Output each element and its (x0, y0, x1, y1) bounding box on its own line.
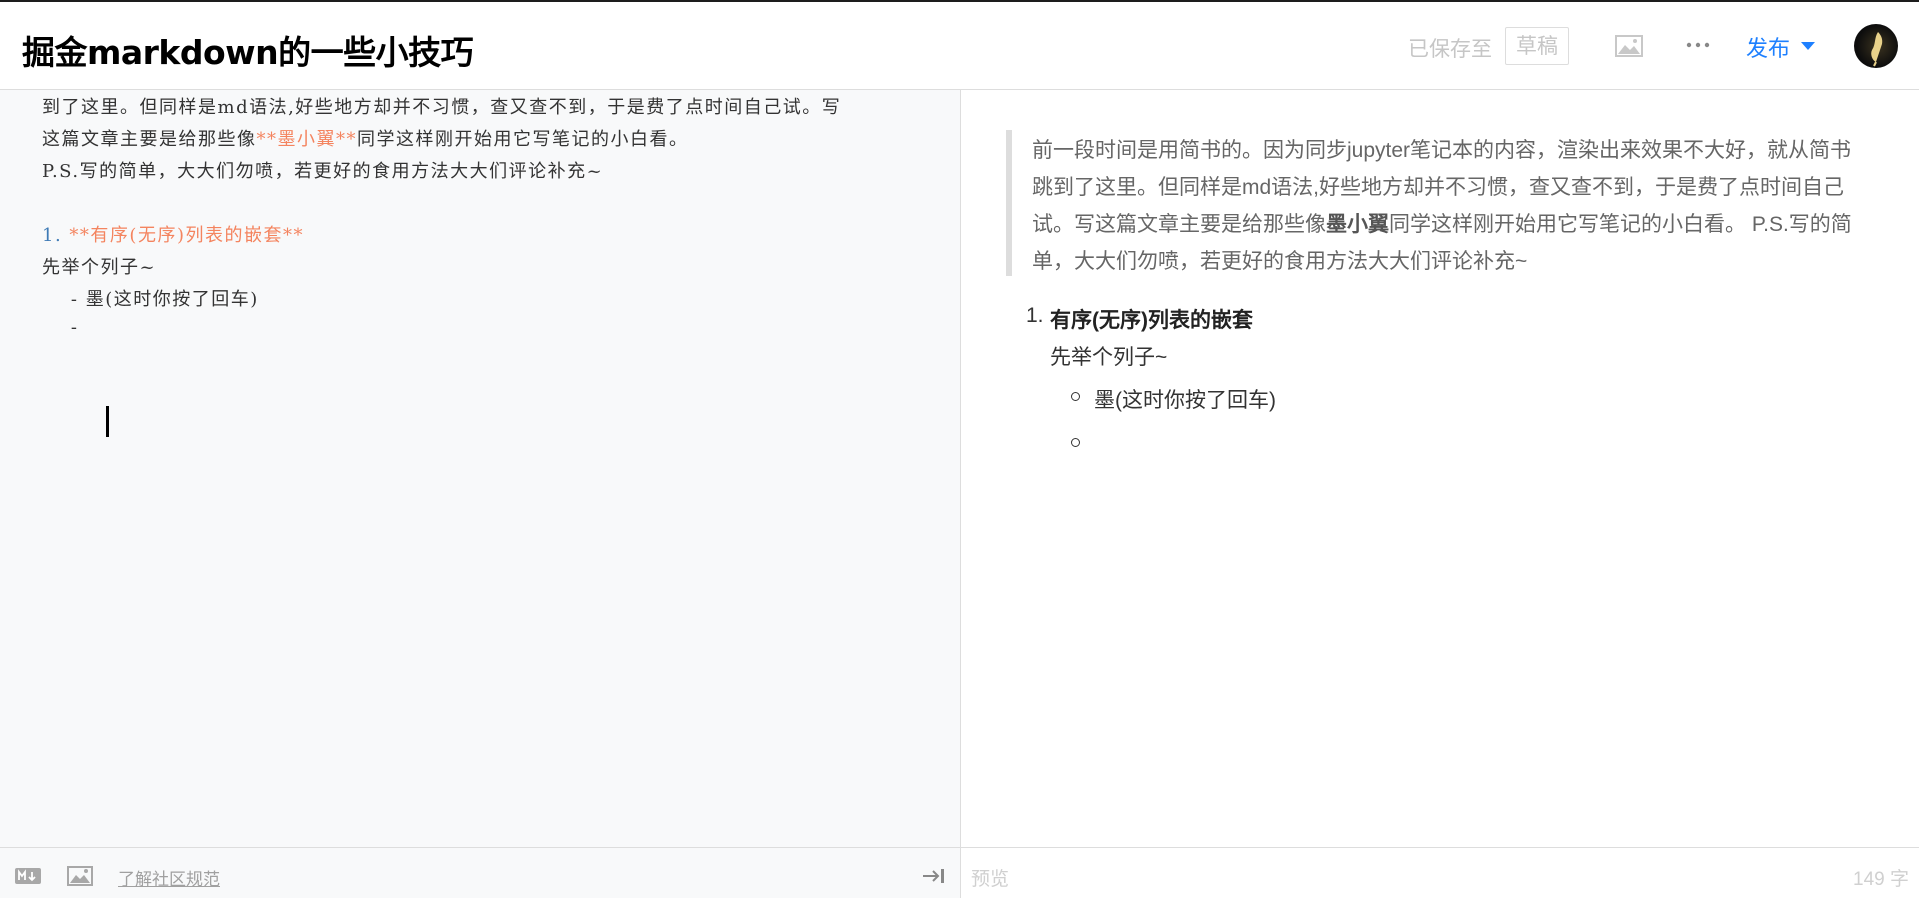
editor-line: 1. **有序(无序)列表的嵌套** (42, 221, 304, 247)
preview-bullet-item: 墨(这时你按了回车) (1094, 389, 1276, 412)
blockquote-bar (1006, 130, 1012, 276)
publish-button[interactable]: 发布 (1746, 31, 1790, 63)
editor-line: 先举个列子~ (42, 257, 157, 278)
editor-line: - (42, 317, 86, 338)
editor-line: 到了这里。但同样是md语法,好些地方却并不习惯，查又查不到，于是费了点时间自己试… (42, 97, 842, 118)
editor-bold-markup: **墨小翼** (256, 129, 357, 150)
editor-line: P.S.写的简单，大大们勿喷，若更好的食用方法大大们评论补充~ (42, 161, 604, 182)
sync-scroll-icon[interactable] (922, 868, 946, 884)
preview-list-number: 1. (1026, 304, 1044, 327)
editor-line: - 墨(这时你按了回车) (42, 289, 259, 310)
more-icon[interactable] (1684, 35, 1712, 55)
bullet-icon (1071, 392, 1080, 401)
avatar-figure (1871, 32, 1883, 67)
editor-list-marker: 1. (42, 225, 63, 246)
preview-blockquote: 前一段时间是用简书的。因为同步jupyter笔记本的内容，渲染出来效果不大好，就… (1032, 139, 1852, 273)
markdown-preview: 前一段时间是用简书的。因为同步jupyter笔记本的内容，渲染出来效果不大好，就… (962, 90, 1919, 847)
text-cursor (106, 406, 109, 437)
markdown-icon[interactable] (15, 868, 41, 884)
editor-bold-markup: **有序(无序)列表的嵌套** (69, 225, 304, 246)
caret-down-icon[interactable] (1801, 42, 1815, 50)
image-icon[interactable] (1615, 35, 1643, 57)
editor-footer: 了解社区规范 预览 149 字 (0, 847, 1919, 898)
avatar[interactable] (1854, 24, 1898, 68)
preview-label: 预览 (971, 869, 1010, 890)
top-header: 掘金markdown的一些小技巧 已保存至 草稿 发布 (0, 0, 1919, 90)
community-rules-link[interactable]: 了解社区规范 (118, 865, 220, 890)
article-title-input[interactable]: 掘金markdown的一些小技巧 (22, 26, 474, 74)
bullet-icon (1071, 438, 1080, 447)
editor-line: 这篇文章主要是给那些像**墨小翼**同学这样刚开始用它写笔记的小白看。 (42, 129, 689, 150)
preview-list-subtext: 先举个列子~ (1050, 346, 1168, 369)
markdown-editor[interactable]: 到了这里。但同样是md语法,好些地方却并不习惯，查又查不到，于是费了点时间自己试… (0, 90, 961, 847)
insert-image-icon[interactable] (67, 866, 93, 886)
save-status-text: 已保存至 (1408, 37, 1492, 61)
drafts-button[interactable]: 草稿 (1505, 27, 1569, 65)
preview-list-heading: 有序(无序)列表的嵌套 (1050, 309, 1253, 332)
editor-footer-left: 了解社区规范 (0, 848, 961, 898)
word-count: 149 字 (1853, 869, 1909, 890)
